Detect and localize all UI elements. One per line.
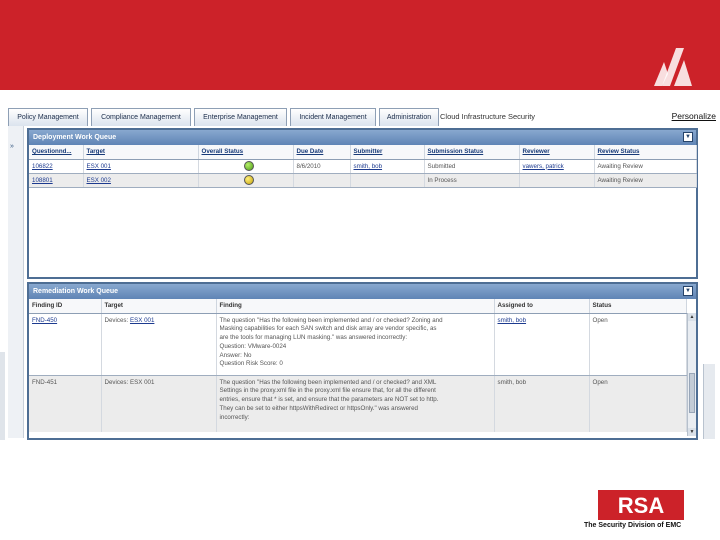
table-row[interactable]: 106822 ESX 001 8/6/2010 smith, bob Submi… xyxy=(29,159,697,174)
deployment-work-queue-panel: Deployment Work Queue ▼ Questionnd... Ta… xyxy=(27,128,698,279)
finding-line: Masking capabilities for each SAN switch… xyxy=(219,325,437,333)
finding-line: Question Risk Score: 0 xyxy=(219,360,283,368)
finding-status: Open xyxy=(589,375,687,432)
column-header-review-status[interactable]: Review Status xyxy=(594,145,697,160)
svg-text:RSA: RSA xyxy=(618,493,665,518)
column-header-reviewer[interactable]: Reviewer xyxy=(519,145,595,160)
rsa-logo: RSA xyxy=(598,490,684,520)
table-row[interactable]: 108801 ESX 002 In Process Awaiting Revie… xyxy=(29,173,697,188)
current-section-label: Cloud Infrastructure Security xyxy=(440,112,536,121)
double-chevron-icon[interactable]: » xyxy=(10,143,14,150)
review-status: Awaiting Review xyxy=(594,159,697,174)
finding-line: Question: VMware-0024 xyxy=(219,342,287,350)
scrollbar-thumb[interactable] xyxy=(689,373,695,413)
finding-line: The question "Has the following been imp… xyxy=(219,378,437,386)
column-header-target[interactable]: Target xyxy=(101,299,217,314)
questionnaire-id-link[interactable]: 106822 xyxy=(32,163,53,170)
tagline: The Security Division of EMC xyxy=(584,522,682,529)
finding-line: entries, ensure that * is set, and ensur… xyxy=(219,396,439,404)
main-nav-tabs: Policy Management Compliance Management … xyxy=(8,108,720,126)
left-collapsed-nav[interactable]: » xyxy=(8,126,24,438)
tab-administration[interactable]: Administration xyxy=(379,108,439,126)
column-header-submission-status[interactable]: Submission Status xyxy=(424,145,520,160)
tab-incident-management[interactable]: Incident Management xyxy=(290,108,376,126)
column-header-due-date[interactable]: Due Date xyxy=(293,145,351,160)
tab-enterprise-management[interactable]: Enterprise Management xyxy=(194,108,287,126)
left-edge-bar xyxy=(0,352,5,440)
scroll-down-arrow-icon[interactable]: ▼ xyxy=(688,428,696,436)
finding-line: The question "Has the following been imp… xyxy=(219,316,443,324)
status-green-icon xyxy=(243,161,254,171)
table-row[interactable]: FND-451 Devices: ESX 001 The question "H… xyxy=(29,375,687,432)
submitter-link[interactable]: smith, bob xyxy=(354,163,383,170)
target-prefix: Devices: xyxy=(104,316,129,324)
remediation-queue-title: Remediation Work Queue xyxy=(33,288,119,295)
submitter xyxy=(350,173,425,188)
table-row[interactable]: FND-450 Devices: ESX 001 The question "H… xyxy=(29,313,687,376)
panel-menu-chevron-icon[interactable]: ▼ xyxy=(683,286,693,296)
finding-status: Open xyxy=(589,313,687,376)
target-prefix: Devices: xyxy=(104,378,129,386)
panel-title: Deployment Work Queue ▼ xyxy=(29,130,696,145)
target-link[interactable]: ESX 001 xyxy=(87,163,111,170)
scroll-up-arrow-icon[interactable]: ▲ xyxy=(688,313,696,321)
remediation-scrollbar[interactable]: ▲ ▼ xyxy=(687,313,696,436)
finding-line: are the tools for managing LUN masking."… xyxy=(219,334,408,342)
column-header-status[interactable]: Status xyxy=(589,299,687,314)
target-link[interactable]: ESX 001 xyxy=(130,317,154,324)
deployment-queue-title: Deployment Work Queue xyxy=(33,134,117,141)
remediation-work-queue-panel: Remediation Work Queue ▼ Finding ID Targ… xyxy=(27,282,698,440)
panel-menu-chevron-icon[interactable]: ▼ xyxy=(683,132,693,142)
submission-status: Submitted xyxy=(424,159,520,174)
deployment-queue-table: Questionnd... Target Overall Status Due … xyxy=(29,145,697,188)
finding-text: The question "Has the following been imp… xyxy=(216,313,495,376)
reviewer xyxy=(519,173,595,188)
column-header-submitter[interactable]: Submitter xyxy=(350,145,425,160)
column-header-overall-status[interactable]: Overall Status xyxy=(198,145,294,160)
table-header-row: Questionnd... Target Overall Status Due … xyxy=(29,145,697,160)
due-date: 8/6/2010 xyxy=(293,159,351,174)
assigned-to-link[interactable]: smith, bob xyxy=(498,317,527,324)
due-date xyxy=(293,173,351,188)
submission-status: In Process xyxy=(424,173,520,188)
finding-line: Settings in the proxy.xml file in the pr… xyxy=(219,387,436,395)
slide-header-band xyxy=(0,0,720,90)
finding-line: incorrectly: xyxy=(219,413,250,421)
target-text[interactable]: ESX 001 xyxy=(130,379,154,386)
questionnaire-id-link[interactable]: 108801 xyxy=(32,177,53,184)
tab-compliance-management[interactable]: Compliance Management xyxy=(91,108,191,126)
finding-text: The question "Has the following been imp… xyxy=(216,375,495,432)
finding-line: They can be set to either httpsWithRedir… xyxy=(219,404,418,412)
column-header-finding[interactable]: Finding xyxy=(216,299,495,314)
panel-title: Remediation Work Queue ▼ xyxy=(29,284,696,299)
reviewer-link[interactable]: vawers, patrick xyxy=(523,163,564,170)
personalize-link[interactable]: Personalize xyxy=(672,108,716,124)
review-status: Awaiting Review xyxy=(594,173,697,188)
tab-policy-management[interactable]: Policy Management xyxy=(8,108,88,126)
finding-line: Answer: No xyxy=(219,351,252,359)
column-header-target[interactable]: Target xyxy=(83,145,199,160)
table-header-row: Finding ID Target Finding Assigned to St… xyxy=(29,299,687,314)
column-header-questionnaire[interactable]: Questionnd... xyxy=(29,145,84,160)
rsa-slash-logo-icon xyxy=(654,48,692,86)
remediation-queue-table: Finding ID Target Finding Assigned to St… xyxy=(29,299,687,432)
finding-id-link[interactable]: FND-450 xyxy=(32,317,57,324)
target-link[interactable]: ESX 002 xyxy=(87,177,111,184)
column-header-assigned-to[interactable]: Assigned to xyxy=(494,299,590,314)
assigned-to[interactable]: smith, bob xyxy=(494,375,590,432)
column-header-finding-id[interactable]: Finding ID xyxy=(29,299,102,314)
outer-scrollbar[interactable] xyxy=(703,364,715,439)
status-yellow-icon xyxy=(243,175,254,185)
finding-id[interactable]: FND-451 xyxy=(29,375,102,432)
